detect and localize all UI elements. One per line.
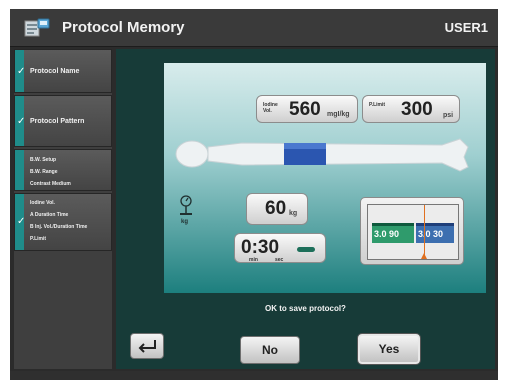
bottom-bar [10, 371, 498, 380]
iodine-label-vol: Vol. [263, 108, 272, 114]
title-bar: Protocol Memory USER1 [10, 9, 498, 47]
weight-value: 60 [265, 198, 287, 219]
protocol-panel: Iodine Vol. 560 mgI/kg P.Limit 300 psi k… [164, 63, 486, 293]
weight-scale-icon [180, 195, 192, 215]
body-weight-display[interactable]: 60 kg [246, 193, 308, 225]
phase-a-label: 3.0 90 [374, 229, 400, 239]
check-icon: ✓ [17, 66, 26, 77]
weight-unit: kg [289, 210, 298, 217]
protocol-memory-icon [24, 18, 50, 37]
time-sec-label: sec [275, 257, 284, 263]
graph-area: 3.0 90 3.0 30 [367, 204, 459, 260]
sidebar-sub-label: B.W. Range [30, 169, 58, 175]
tab-accent [15, 150, 24, 190]
no-button[interactable]: No [240, 336, 300, 364]
app-window: Protocol Memory USER1 ✓ Protocol Name ✓ … [10, 9, 498, 380]
sidebar-item-iodine[interactable]: ✓ Iodine Vol. A Duration Time B Inj. Vol… [14, 193, 112, 251]
sidebar-sub-label: Contrast Medium [30, 181, 71, 187]
check-icon: ✓ [17, 216, 26, 227]
sidebar: ✓ Protocol Name ✓ Protocol Pattern B.W. … [14, 49, 112, 369]
weight-icon-label: kg [181, 219, 189, 225]
sidebar-item-bw-setup[interactable]: B.W. Setup B.W. Range Contrast Medium [14, 149, 112, 191]
injection-time-display[interactable]: 0:30 min sec [234, 233, 326, 263]
sidebar-sub-label: B.W. Setup [30, 157, 57, 163]
phase-b-label: 3.0 30 [418, 229, 444, 239]
sidebar-sub-label: Iodine Vol. [30, 200, 55, 206]
plimit-display[interactable]: P.Limit 300 psi [362, 95, 460, 123]
save-question: OK to save protocol? [265, 304, 346, 313]
time-value: 0:30 [241, 237, 280, 258]
plimit-unit: psi [443, 112, 454, 119]
check-icon: ✓ [17, 116, 26, 127]
time-bar-icon [297, 247, 315, 252]
sidebar-item-protocol-pattern[interactable]: ✓ Protocol Pattern [14, 95, 112, 147]
sidebar-sub-label: P.Limit [30, 236, 47, 242]
sidebar-item-label: Protocol Name [30, 68, 80, 75]
sidebar-sub-label: A Duration Time [30, 212, 69, 218]
back-button[interactable] [130, 333, 164, 359]
plimit-label: P.Limit [369, 102, 386, 108]
time-marker-line [424, 205, 425, 259]
time-min-label: min [249, 257, 258, 263]
time-marker-arrow-icon [421, 253, 427, 259]
iodine-value: 560 [289, 99, 321, 120]
yes-button[interactable]: Yes [358, 334, 420, 364]
iodine-unit: mgI/kg [327, 111, 350, 118]
plimit-value: 300 [401, 99, 433, 120]
return-arrow-icon [138, 340, 156, 353]
sidebar-sub-label: B Inj. Vol./Duration Time [30, 224, 88, 230]
sidebar-item-label: Protocol Pattern [30, 118, 85, 125]
iodine-vol-display[interactable]: Iodine Vol. 560 mgI/kg [256, 95, 358, 123]
sidebar-item-protocol-name[interactable]: ✓ Protocol Name [14, 49, 112, 93]
main-area: Iodine Vol. 560 mgI/kg P.Limit 300 psi k… [116, 49, 495, 369]
injection-graph[interactable]: 3.0 90 3.0 30 [360, 197, 464, 265]
user-label: USER1 [444, 20, 488, 35]
page-title: Protocol Memory [62, 19, 185, 36]
patient-body-icon [175, 138, 469, 172]
